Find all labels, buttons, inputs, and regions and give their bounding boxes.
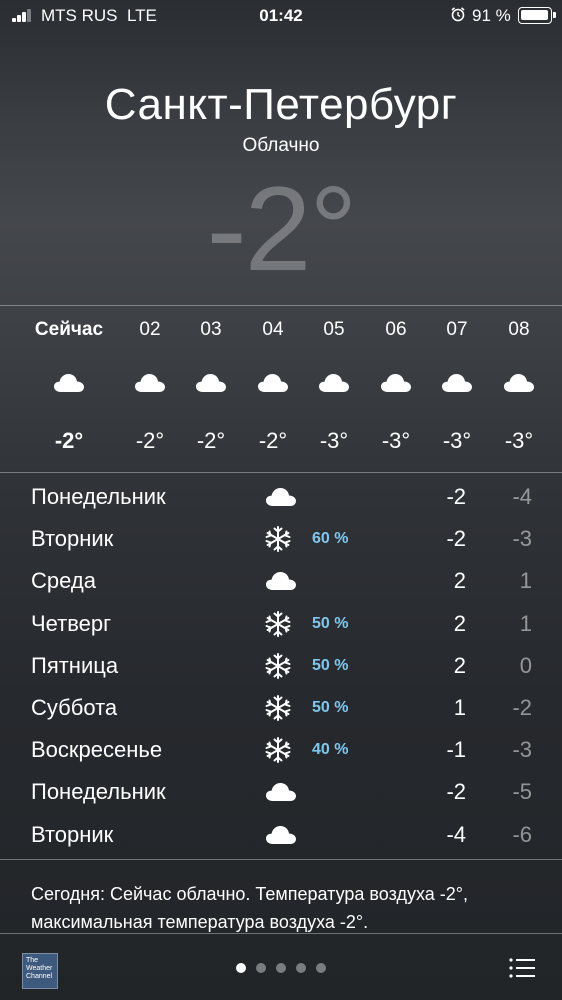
snowflake-icon [265,652,297,679]
hour-label: 06 [385,319,407,340]
cloud-icon [265,486,297,512]
day-max-temp: -2 [446,484,466,509]
page-dot[interactable] [276,963,286,973]
daily-forecast[interactable]: Понедельник -2 -4 Вторник 60 % -2 -3 Среда 2 1 Чет… [0,476,562,858]
day-min-temp: -5 [512,779,532,805]
hour-temperature: -2° [54,428,84,453]
page-dot[interactable] [316,963,326,973]
day-min-temp: -4 [512,484,532,509]
today-summary: Сегодня: Сейчас облачно. Температура воз… [31,884,468,932]
day-name: Среда [31,568,96,594]
day-row: Среда 2 1 [0,560,562,602]
hour-label: 07 [446,319,468,340]
day-name: Четверг [31,610,112,636]
hour-temperature: -3° [381,428,411,453]
cloud-icon [361,372,431,396]
hour-label: 04 [262,319,284,340]
snowflake-icon [265,737,297,764]
day-max-temp: -2 [446,779,466,805]
day-max-temp: -2 [446,526,466,552]
day-row: Воскресенье 40 % -1 -3 [0,729,562,771]
page-indicator[interactable] [0,960,562,978]
day-row: Пятница 50 % 2 0 [0,645,562,687]
hour-label: Сейчас [34,319,104,340]
day-min-temp: -6 [512,821,532,847]
cloud-icon [265,570,297,596]
cloud-icon [484,372,554,396]
hour-temperature: -3° [319,428,349,453]
day-name: Вторник [31,821,114,847]
day-min-temp: 1 [519,610,532,636]
cloud-icon [265,781,297,807]
snowflake-icon [265,695,297,721]
day-min-temp: -3 [512,526,532,552]
day-row: Суббота 50 % 1 -2 [0,687,562,729]
day-row: Понедельник -2 -5 [0,771,562,813]
hour-temperature: -2° [135,428,165,453]
page-dot[interactable] [296,963,306,973]
day-name: Понедельник [31,779,166,805]
hour-label: 05 [323,319,345,340]
cloud-icon [34,372,104,396]
day-max-temp: 1 [453,695,466,720]
day-max-temp: 2 [453,568,466,594]
snowflake-icon [265,610,297,637]
precipitation-chance: 50 % [312,699,349,716]
divider [0,859,562,860]
day-min-temp: -2 [512,695,532,720]
day-max-temp: -1 [446,737,466,763]
cloud-icon [422,372,492,396]
list-icon[interactable] [508,957,536,979]
hour-temperature: -3° [442,428,472,453]
day-name: Воскресенье [31,737,163,763]
hourly-forecast[interactable]: Сейчас -2° 02 -2° 03 -2° 04 -2° 05 -3° 06 -3° 07 -3° 0… [0,0,562,470]
hour-temperature: -3° [504,428,534,453]
cloud-icon [176,372,246,396]
day-max-temp: -4 [446,821,466,847]
day-min-temp: -3 [512,737,532,763]
day-min-temp: 0 [519,652,532,678]
divider [0,933,562,934]
cloud-icon [115,372,185,396]
day-name: Вторник [31,526,114,552]
cloud-icon [299,372,369,396]
hour-label: 08 [508,319,530,340]
page-dot[interactable] [256,963,266,973]
hour-temperature: -2° [196,428,226,453]
day-min-temp: 1 [519,568,532,594]
hour-label: 02 [139,319,161,340]
day-name: Понедельник [31,484,166,509]
day-name: Суббота [31,695,118,720]
day-name: Пятница [31,652,119,678]
day-max-temp: 2 [453,610,466,636]
day-row: Понедельник -2 -4 [0,476,562,518]
day-row: Вторник 60 % -2 -3 [0,518,562,560]
cloud-icon [238,372,308,396]
snowflake-icon [265,526,297,553]
page-dot[interactable] [236,963,246,973]
cloud-icon [265,824,297,850]
divider [0,472,562,473]
day-max-temp: 2 [453,652,466,678]
precipitation-chance: 60 % [312,530,349,548]
hour-temperature: -2° [258,428,288,453]
hour-label: 03 [200,319,222,340]
day-row: Четверг 50 % 2 1 [0,603,562,645]
precipitation-chance: 50 % [312,656,349,674]
precipitation-chance: 50 % [312,614,349,632]
day-row: Вторник -4 -6 [0,814,562,856]
precipitation-chance: 40 % [312,741,349,759]
